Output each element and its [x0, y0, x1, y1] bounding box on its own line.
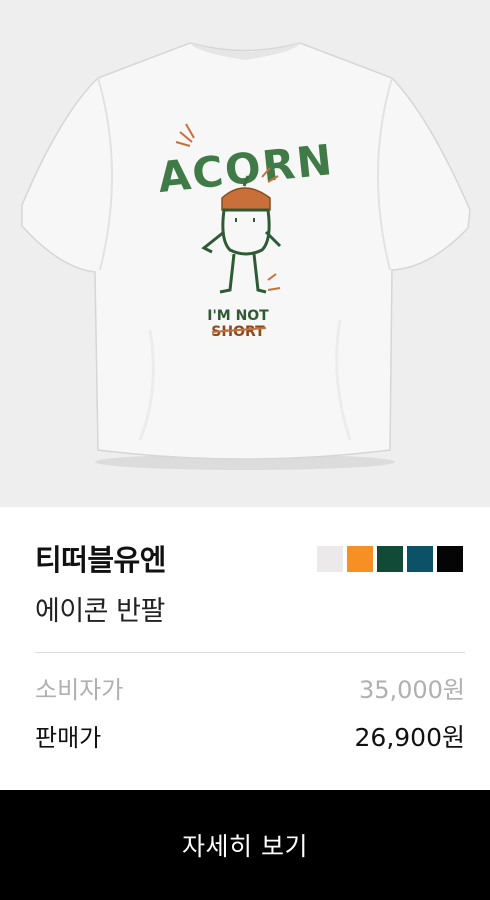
product-card: ACORN I'M NOT SHORT 티떠블유엔 에이콘 반팔 소비자가 35…: [0, 0, 490, 900]
view-details-label: 자세히 보기: [182, 832, 308, 861]
list-price-value: 35,000원: [358, 676, 465, 704]
divider: [35, 652, 465, 653]
color-swatch-black[interactable]: [437, 546, 463, 572]
color-swatch-orange[interactable]: [347, 546, 373, 572]
color-swatch-teal[interactable]: [407, 546, 433, 572]
color-swatch-white[interactable]: [317, 546, 343, 572]
sale-price-label: 판매가: [35, 724, 102, 752]
brand-name: 티떠블유엔: [35, 543, 166, 577]
view-details-button[interactable]: 자세히 보기: [0, 790, 490, 900]
color-swatches: [317, 546, 463, 572]
list-price-label: 소비자가: [35, 676, 124, 704]
list-price-row: 소비자가 35,000원: [35, 672, 465, 708]
product-image[interactable]: ACORN I'M NOT SHORT: [0, 0, 490, 507]
color-swatch-dark-green[interactable]: [377, 546, 403, 572]
tshirt-illustration: ACORN I'M NOT SHORT: [21, 42, 471, 470]
product-name: 에이콘 반팔: [35, 596, 165, 627]
sale-price-value: 26,900원: [354, 723, 465, 752]
sale-price-row: 판매가 26,900원: [35, 720, 465, 756]
print-caption-line1: I'M NOT: [207, 308, 269, 324]
